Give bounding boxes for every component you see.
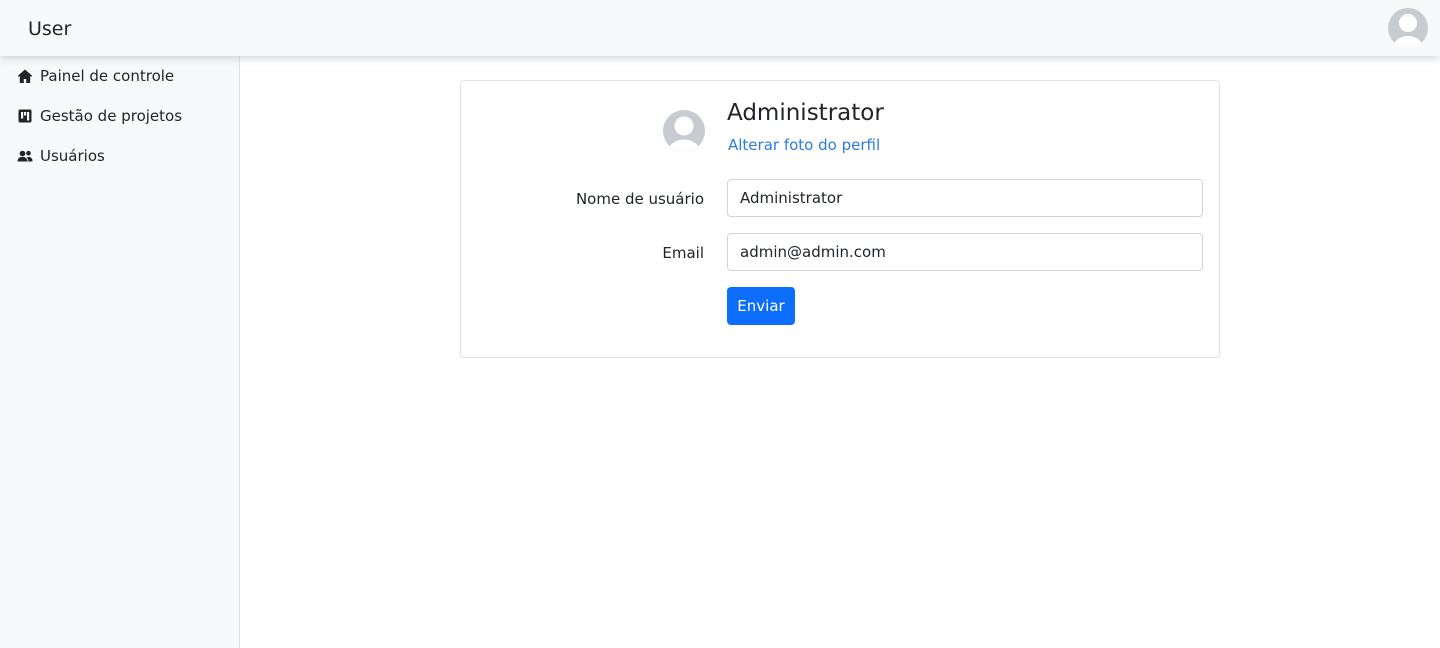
home-icon — [16, 68, 33, 85]
email-field[interactable] — [727, 233, 1203, 271]
submit-button[interactable]: Enviar — [727, 287, 795, 325]
user-avatar-icon — [663, 110, 705, 152]
sidebar: Painel de controle Gestão de projetos Us… — [0, 56, 240, 648]
user-avatar-icon[interactable] — [1388, 8, 1428, 48]
sidebar-item-projects[interactable]: Gestão de projetos — [16, 104, 236, 128]
sidebar-item-label: Painel de controle — [40, 67, 175, 85]
sidebar-item-label: Usuários — [40, 147, 105, 165]
sidebar-item-users[interactable]: Usuários — [16, 144, 236, 168]
sidebar-item-dashboard[interactable]: Painel de controle — [16, 64, 236, 88]
change-photo-link[interactable]: Alterar foto do perfil — [728, 135, 880, 155]
sidebar-item-label: Gestão de projetos — [40, 107, 183, 125]
username-field[interactable] — [727, 179, 1203, 217]
email-label: Email — [662, 244, 704, 262]
username-label: Nome de usuário — [575, 190, 704, 208]
top-navbar: User — [0, 0, 1440, 56]
users-icon — [16, 148, 33, 165]
kanban-board-icon — [16, 108, 33, 125]
profile-card: Administrator Alterar foto do perfil Nom… — [460, 80, 1220, 358]
app-brand[interactable]: User — [28, 17, 71, 41]
profile-name: Administrator — [727, 100, 884, 126]
